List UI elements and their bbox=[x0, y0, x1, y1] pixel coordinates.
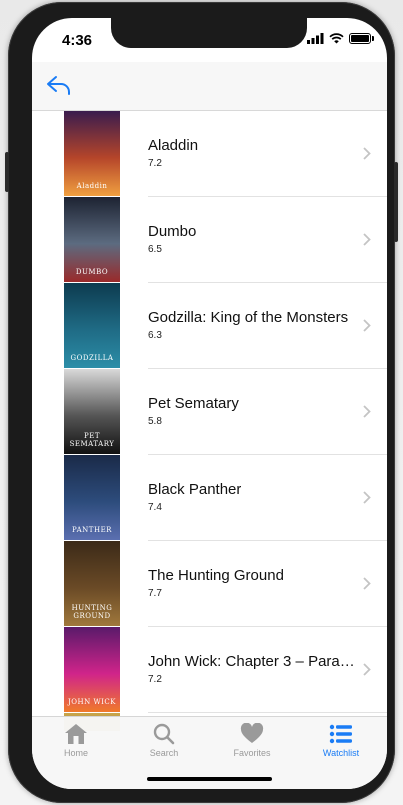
movie-row[interactable]: GODZILLA Godzilla: King of the Monsters 6.… bbox=[32, 283, 387, 369]
movie-rating: 7.7 bbox=[148, 588, 162, 599]
battery-icon bbox=[349, 33, 374, 44]
power-button bbox=[394, 162, 398, 242]
movie-poster: PET SEMATARY bbox=[64, 369, 120, 454]
chevron-right-icon bbox=[363, 319, 371, 332]
chevron-right-icon bbox=[363, 233, 371, 246]
tab-bar: Home Search Favorites Watchlist bbox=[32, 716, 387, 789]
poster-title-art: PET SEMATARY bbox=[69, 432, 115, 448]
tab-home-label: Home bbox=[63, 748, 88, 758]
back-arrow-icon bbox=[47, 76, 70, 95]
wifi-icon bbox=[329, 33, 344, 44]
tab-watchlist-label: Watchlist bbox=[322, 748, 360, 758]
poster-title-art: PANTHER bbox=[72, 526, 112, 534]
chevron-right-icon bbox=[363, 405, 371, 418]
tab-favorites[interactable]: Favorites bbox=[208, 723, 296, 767]
back-button[interactable] bbox=[46, 74, 74, 98]
chevron-right-icon bbox=[363, 147, 371, 160]
movie-poster: Aladdin bbox=[64, 111, 120, 196]
movie-rating: 7.2 bbox=[148, 674, 162, 685]
poster-title-art: GODZILLA bbox=[70, 354, 114, 362]
movie-poster: DUMBO bbox=[64, 197, 120, 282]
home-icon bbox=[65, 724, 87, 744]
movie-title: Aladdin bbox=[148, 137, 199, 154]
movie-poster: JOHN WICK bbox=[64, 627, 120, 712]
watchlist-table: Aladdin Aladdin 7.2 DUMBO Dumbo 6.5 GODZILLA Go… bbox=[32, 111, 387, 731]
list-icon bbox=[329, 724, 352, 744]
poster-title-art: HUNTING GROUND bbox=[71, 604, 113, 620]
movie-row[interactable]: HUNTING GROUND The Hunting Ground 7.7 bbox=[32, 541, 387, 627]
chevron-right-icon bbox=[363, 577, 371, 590]
movie-poster: HUNTING GROUND bbox=[64, 541, 120, 626]
movie-poster: GODZILLA bbox=[64, 283, 120, 368]
movie-row[interactable]: PET SEMATARY Pet Sematary 5.8 bbox=[32, 369, 387, 455]
movie-title: Black Panther bbox=[148, 481, 242, 498]
movie-rating: 5.8 bbox=[148, 416, 162, 427]
phone-screen: 4:36 Aladdin Aladdin 7.2 DUMBO Dumbo 6.5 bbox=[32, 18, 387, 789]
poster-title-art: JOHN WICK bbox=[67, 698, 117, 706]
movie-rating: 6.5 bbox=[148, 244, 162, 255]
status-icons bbox=[307, 33, 374, 44]
tab-home[interactable]: Home bbox=[32, 723, 120, 767]
signal-icon bbox=[307, 33, 324, 44]
chevron-right-icon bbox=[363, 663, 371, 676]
movie-row[interactable]: DUMBO Dumbo 6.5 bbox=[32, 197, 387, 283]
movie-rating: 7.4 bbox=[148, 502, 162, 513]
movie-title: Pet Sematary bbox=[148, 395, 239, 412]
status-time: 4:36 bbox=[62, 32, 93, 49]
notch bbox=[111, 18, 307, 48]
search-icon bbox=[153, 723, 175, 745]
navigation-bar bbox=[32, 62, 387, 111]
home-indicator[interactable] bbox=[147, 777, 272, 781]
movie-rating: 7.2 bbox=[148, 158, 162, 169]
volume-button bbox=[5, 152, 9, 192]
iphone-frame: 4:36 Aladdin Aladdin 7.2 DUMBO Dumbo 6.5 bbox=[5, 2, 398, 803]
tab-favorites-label: Favorites bbox=[233, 748, 271, 758]
movie-title: The Hunting Ground bbox=[148, 567, 284, 584]
movie-row[interactable]: JOHN WICK John Wick: Chapter 3 – Parab...… bbox=[32, 627, 387, 713]
tab-search[interactable]: Search bbox=[120, 723, 208, 767]
movie-row[interactable]: Aladdin Aladdin 7.2 bbox=[32, 111, 387, 197]
heart-icon bbox=[240, 723, 264, 743]
movie-title: John Wick: Chapter 3 – Parab... bbox=[148, 653, 360, 670]
poster-title-art: Aladdin bbox=[76, 182, 108, 190]
movie-poster: PANTHER bbox=[64, 455, 120, 540]
tab-watchlist[interactable]: Watchlist bbox=[297, 723, 385, 767]
movie-title: Dumbo bbox=[148, 223, 197, 240]
chevron-right-icon bbox=[363, 491, 371, 504]
movie-title: Godzilla: King of the Monsters bbox=[148, 309, 349, 326]
movie-row[interactable]: PANTHER Black Panther 7.4 bbox=[32, 455, 387, 541]
tab-search-label: Search bbox=[149, 748, 179, 758]
movie-rating: 6.3 bbox=[148, 330, 162, 341]
poster-title-art: DUMBO bbox=[75, 268, 109, 276]
